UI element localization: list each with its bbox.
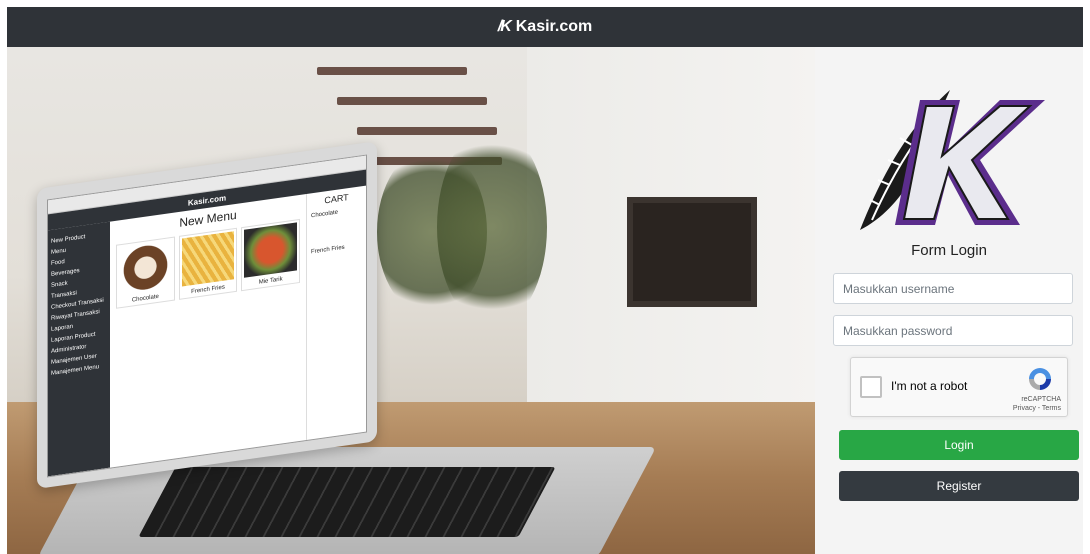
laptop-keyboard bbox=[138, 467, 556, 537]
register-button[interactable]: Register bbox=[839, 471, 1079, 501]
french-fries-image bbox=[181, 231, 235, 287]
chocolate-image bbox=[119, 239, 172, 296]
laptop-screen: Kasir.com New Product Menu Food Beverage… bbox=[37, 141, 377, 489]
password-input[interactable] bbox=[833, 315, 1073, 346]
form-title: Form Login bbox=[911, 242, 987, 259]
recaptcha-brand: reCAPTCHA Privacy - Terms bbox=[1013, 395, 1061, 413]
hero-image: Kasir.com New Product Menu Food Beverage… bbox=[7, 47, 815, 554]
recaptcha-brand-name: reCAPTCHA bbox=[1021, 396, 1061, 403]
recaptcha-icon bbox=[1029, 368, 1051, 390]
recaptcha-checkbox[interactable] bbox=[860, 376, 882, 398]
username-input[interactable] bbox=[833, 273, 1073, 304]
brand-name: Kasir.com bbox=[515, 18, 593, 35]
page-frame: /K Kasir.com Kasir.com New Product Menu … bbox=[7, 7, 1083, 554]
login-button[interactable]: Login bbox=[839, 430, 1079, 460]
kasir-k-logo bbox=[860, 90, 1045, 230]
mini-product-name: Mie Tarik bbox=[258, 276, 283, 286]
mini-main: New Menu Chocolate French Fries Mie Tari… bbox=[112, 194, 304, 467]
recaptcha-label: I'm not a robot bbox=[891, 379, 968, 393]
mie-tarik-image bbox=[244, 222, 298, 278]
brand-logo-icon: /K bbox=[497, 18, 512, 35]
recaptcha-widget: I'm not a robot reCAPTCHA Privacy - Term… bbox=[850, 357, 1068, 417]
login-panel: Form Login I'm not a robot reCAPTCHA Pri… bbox=[815, 47, 1083, 554]
mini-product-card: Chocolate bbox=[116, 236, 175, 309]
recaptcha-links[interactable]: Privacy - Terms bbox=[1013, 404, 1061, 413]
mini-product-name: French Fries bbox=[191, 284, 225, 296]
laptop-display: Kasir.com New Product Menu Food Beverage… bbox=[47, 154, 367, 478]
mini-product-name: Chocolate bbox=[131, 293, 159, 304]
mini-sidebar: New Product Menu Food Beverages Snack Tr… bbox=[48, 221, 110, 477]
top-navbar: /K Kasir.com bbox=[7, 7, 1083, 47]
mini-product-card: French Fries bbox=[178, 227, 238, 300]
brand[interactable]: /K Kasir.com bbox=[498, 18, 592, 36]
mini-cart-title: CART bbox=[324, 192, 349, 206]
mini-product-card: Mie Tarik bbox=[241, 218, 301, 292]
mini-sidebar-item: Manajemen Menu bbox=[51, 364, 100, 377]
fireplace bbox=[627, 197, 757, 307]
mini-cart: CART Chocolate French Fries bbox=[306, 185, 366, 441]
plant-center bbox=[437, 127, 547, 327]
